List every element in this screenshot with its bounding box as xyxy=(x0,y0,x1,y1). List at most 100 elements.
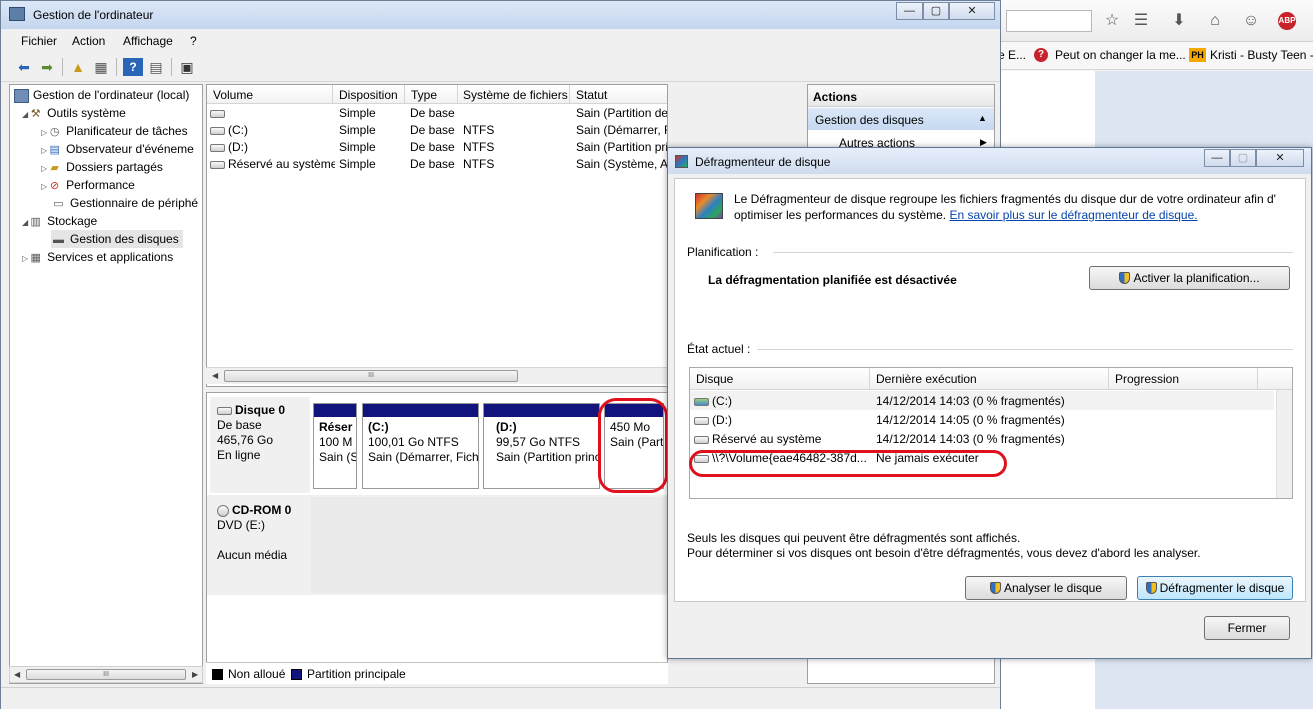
table-row[interactable]: Simple De base Sain (Partition de récupé… xyxy=(207,105,667,122)
enable-schedule-button[interactable]: Activer la planification... xyxy=(1089,266,1290,290)
volume-name: Réservé au système xyxy=(210,157,335,171)
menu-action[interactable]: Action xyxy=(72,34,105,48)
column-divider[interactable] xyxy=(569,85,570,104)
cdrom-label[interactable]: CD-ROM 0 DVD (E:) Aucun média xyxy=(210,497,310,593)
disk-legend: Non alloué Partition principale xyxy=(206,662,668,684)
column-disk[interactable]: Disque xyxy=(696,372,733,386)
hard-disk-icon xyxy=(217,406,232,415)
group-divider xyxy=(757,349,1293,350)
system-drive-icon xyxy=(694,397,709,406)
device-manager-icon: ▭ xyxy=(53,197,64,210)
title-bar[interactable]: Gestion de l'ordinateur — ▢ ✕ xyxy=(1,1,1000,29)
drive-icon xyxy=(694,435,709,444)
collapse-up-icon[interactable]: ▲ xyxy=(978,113,987,123)
scroll-thumb[interactable]: III xyxy=(26,669,186,680)
table-row[interactable]: (C:) 14/12/2014 14:03 (0 % fragmentés) xyxy=(690,391,1274,410)
column-divider[interactable] xyxy=(1257,368,1258,390)
volume-list-scrollbar[interactable]: ◀ III xyxy=(206,367,668,384)
disk-status: En ligne xyxy=(217,448,261,462)
defragment-disk-button[interactable]: Défragmenter le disque xyxy=(1137,576,1293,600)
column-last-run[interactable]: Dernière exécution xyxy=(876,372,977,386)
legend-swatch-unallocated xyxy=(212,669,223,680)
column-divider[interactable] xyxy=(869,368,870,390)
column-divider[interactable] xyxy=(1108,368,1109,390)
column-divider[interactable] xyxy=(404,85,405,104)
column-status[interactable]: Statut xyxy=(576,88,607,102)
state-label: État actuel : xyxy=(687,342,751,356)
scroll-left-icon[interactable]: ◀ xyxy=(212,371,218,380)
table-row[interactable]: (D:) 14/12/2014 14:05 (0 % fragmentés) xyxy=(690,410,1274,429)
maximize-button[interactable]: ▢ xyxy=(1230,149,1256,167)
actions-section-disk-management[interactable]: Gestion des disques ▲ xyxy=(808,108,994,130)
dialog-button-area: Fermer xyxy=(668,606,1311,658)
disk-name: (D:) xyxy=(712,413,732,427)
column-progress[interactable]: Progression xyxy=(1115,372,1179,386)
tree-item-performance[interactable]: ▷ ⊘ Performance xyxy=(41,176,135,194)
table-row[interactable]: (D:) Simple De base NTFS Sain (Partition… xyxy=(207,139,667,156)
forward-arrow-icon[interactable]: ➡ xyxy=(37,58,57,76)
close-button[interactable]: ✕ xyxy=(1256,149,1304,167)
tree-item-storage[interactable]: ◢ ▥ Stockage xyxy=(22,212,97,230)
learn-more-link[interactable]: En savoir plus sur le défragmenteur de d… xyxy=(949,208,1197,222)
tree-item-services[interactable]: ▷ ▦ Services et applications xyxy=(22,248,173,266)
partition-reserved[interactable]: Réser 100 M Sain (S xyxy=(313,403,357,489)
tree-item-task-scheduler[interactable]: ▷ ◷ Planificateur de tâches xyxy=(41,122,188,140)
tree-item-disk-management[interactable]: ▬ Gestion des disques xyxy=(51,230,183,248)
volume-list-header: Volume Disposition Type Système de fichi… xyxy=(207,85,667,104)
bookmark-item[interactable]: Peut on changer la me... xyxy=(1055,48,1186,62)
smiley-icon[interactable]: ☺ xyxy=(1242,12,1260,30)
bookmarks-list-icon[interactable]: ☰ xyxy=(1132,12,1150,30)
tree-item-system-tools[interactable]: ◢ ⚒ Outils système xyxy=(22,104,126,122)
up-folder-icon[interactable]: ▲ xyxy=(68,58,88,76)
table-row[interactable]: Réservé au système 14/12/2014 14:03 (0 %… xyxy=(690,429,1274,448)
partition-bar xyxy=(314,404,356,417)
uac-shield-icon xyxy=(1145,582,1157,594)
scroll-left-icon[interactable]: ◀ xyxy=(14,670,20,679)
menu-fichier[interactable]: Fichier xyxy=(21,34,57,48)
dialog-title-bar[interactable]: Défragmenteur de disque — ▢ ✕ xyxy=(668,148,1311,174)
tree-item-event-viewer[interactable]: ▷ ▤ Observateur d'événeme xyxy=(41,140,194,158)
menu-affichage[interactable]: Affichage xyxy=(123,34,173,48)
tree-item-root[interactable]: Gestion de l'ordinateur (local) xyxy=(14,86,189,104)
column-divider[interactable] xyxy=(332,85,333,104)
close-button[interactable]: ✕ xyxy=(949,2,995,20)
properties-icon[interactable]: ▣ xyxy=(177,58,197,76)
close-dialog-button[interactable]: Fermer xyxy=(1204,616,1290,640)
scroll-right-icon[interactable]: ▶ xyxy=(192,670,198,679)
tree-horizontal-scrollbar[interactable]: ◀ III ▶ xyxy=(9,666,203,683)
partition-d[interactable]: (D:) 99,57 Go NTFS Sain (Partition princ xyxy=(483,403,600,489)
tree-item-device-manager[interactable]: ▭ Gestionnaire de périphé xyxy=(51,194,198,212)
scroll-thumb[interactable]: III xyxy=(224,370,518,382)
home-icon[interactable]: ⌂ xyxy=(1206,12,1224,30)
maximize-button[interactable]: ▢ xyxy=(923,2,949,20)
cdrom-spacer xyxy=(217,533,310,548)
disk-table-scrollbar[interactable] xyxy=(1276,390,1292,498)
help-icon[interactable]: ? xyxy=(123,58,143,76)
download-icon[interactable]: ⬇ xyxy=(1170,12,1188,30)
partition-c[interactable]: (C:) 100,01 Go NTFS Sain (Démarrer, Fich xyxy=(362,403,479,489)
column-layout[interactable]: Disposition xyxy=(339,88,398,102)
table-row[interactable]: (C:) Simple De base NTFS Sain (Démarrer,… xyxy=(207,122,667,139)
column-volume[interactable]: Volume xyxy=(213,88,253,102)
minimize-button[interactable]: — xyxy=(896,2,923,20)
cdrom-status: Aucun média xyxy=(217,548,288,562)
column-divider[interactable] xyxy=(457,85,458,104)
bookmark-item[interactable]: e E... xyxy=(998,48,1026,62)
menu-help[interactable]: ? xyxy=(190,34,197,48)
column-type[interactable]: Type xyxy=(411,88,437,102)
adblock-icon[interactable]: ABP xyxy=(1278,12,1296,30)
star-icon[interactable]: ☆ xyxy=(1103,12,1121,30)
back-arrow-icon[interactable]: ⬅ xyxy=(14,58,34,76)
table-row[interactable]: Réservé au système Simple De base NTFS S… xyxy=(207,156,667,173)
disk-0-label[interactable]: Disque 0 De base 465,76 Go En ligne xyxy=(210,397,310,493)
bookmark-item[interactable]: Kristi - Busty Teen - xyxy=(1210,48,1313,62)
column-fs[interactable]: Système de fichiers xyxy=(463,88,568,102)
cdrom-icon xyxy=(217,504,229,517)
window-title: Gestion de l'ordinateur xyxy=(33,8,154,22)
action-pane-icon[interactable]: ▤ xyxy=(146,58,166,76)
console-tree-icon[interactable]: ▦ xyxy=(91,58,111,76)
minimize-button[interactable]: — xyxy=(1204,149,1230,167)
tree-item-shared-folders[interactable]: ▷ ▰ Dossiers partagés xyxy=(41,158,163,176)
analyze-disk-button[interactable]: Analyser le disque xyxy=(965,576,1127,600)
browser-search-input[interactable] xyxy=(1006,10,1092,32)
